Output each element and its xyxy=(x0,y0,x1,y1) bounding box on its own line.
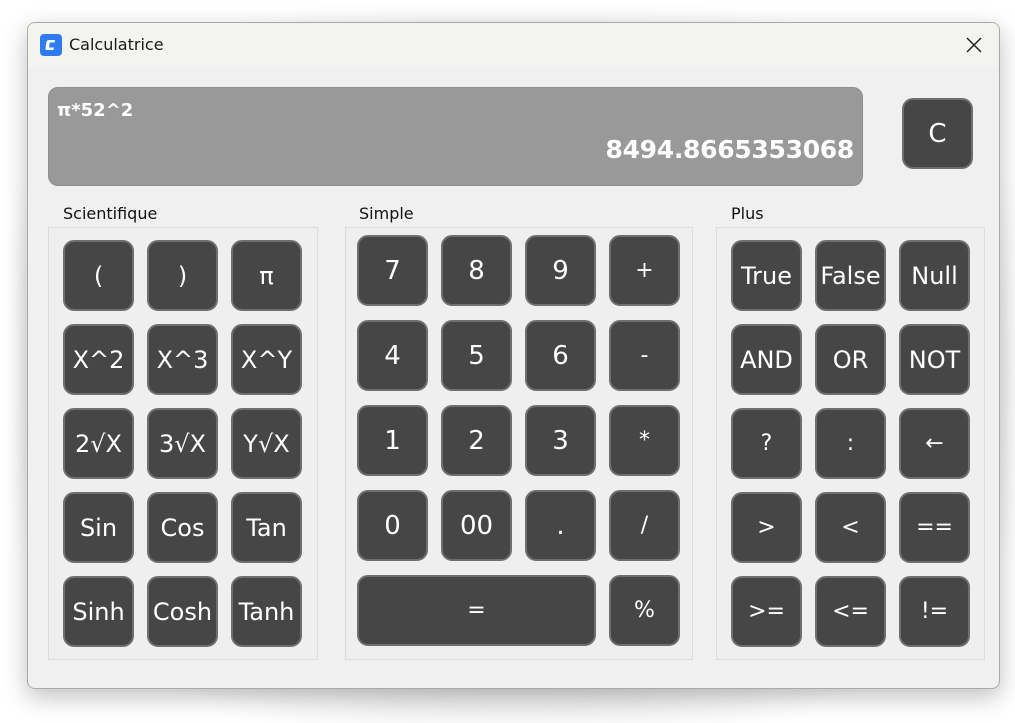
key-cube-root-button[interactable]: 3√X xyxy=(147,408,218,479)
key-digit-3-button[interactable]: 3 xyxy=(525,405,596,476)
result-text: 8494.8665353068 xyxy=(605,135,854,164)
key-cos-button[interactable]: Cos xyxy=(147,492,218,563)
key-sinh-button[interactable]: Sinh xyxy=(63,576,134,647)
key-square-button[interactable]: X^2 xyxy=(63,324,134,395)
key-or-button[interactable]: OR xyxy=(815,324,886,395)
key-cube-button[interactable]: X^3 xyxy=(147,324,218,395)
section-label-scientific: Scientifique xyxy=(63,204,158,223)
calculator-display: π*52^2 8494.8665353068 xyxy=(48,87,863,186)
key-digit-2-button[interactable]: 2 xyxy=(441,405,512,476)
key-false-button[interactable]: False xyxy=(815,240,886,311)
calculator-window: Calculatrice π*52^2 8494.8665353068 C Sc… xyxy=(27,22,1000,689)
key-digit-7-button[interactable]: 7 xyxy=(357,235,428,306)
key-not-equal-button[interactable]: != xyxy=(899,576,970,647)
key-percent-button[interactable]: % xyxy=(609,575,680,646)
calculator-app-icon xyxy=(40,34,62,56)
expression-text: π*52^2 xyxy=(57,100,134,121)
key-greater-or-equal-button[interactable]: >= xyxy=(731,576,802,647)
title-bar[interactable]: Calculatrice xyxy=(28,23,999,67)
key-decimal-button[interactable]: . xyxy=(525,490,596,561)
backspace-button[interactable]: ← xyxy=(899,408,970,479)
key-nth-root-button[interactable]: Y√X xyxy=(231,408,302,479)
key-close-paren-button[interactable]: ) xyxy=(147,240,218,311)
key-null-button[interactable]: Null xyxy=(899,240,970,311)
key-digit-6-button[interactable]: 6 xyxy=(525,320,596,391)
window-title: Calculatrice xyxy=(69,35,164,54)
key-cosh-button[interactable]: Cosh xyxy=(147,576,218,647)
key-and-button[interactable]: AND xyxy=(731,324,802,395)
key-true-button[interactable]: True xyxy=(731,240,802,311)
key-open-paren-button[interactable]: ( xyxy=(63,240,134,311)
key-not-button[interactable]: NOT xyxy=(899,324,970,395)
section-label-plus: Plus xyxy=(731,204,764,223)
key-minus-button[interactable]: - xyxy=(609,320,680,391)
key-digit-0-button[interactable]: 0 xyxy=(357,490,428,561)
key-pi-button[interactable]: π xyxy=(231,240,302,311)
key-plus-button[interactable]: + xyxy=(609,235,680,306)
key-double-zero-button[interactable]: 00 xyxy=(441,490,512,561)
section-label-simple: Simple xyxy=(359,204,414,223)
key-tanh-button[interactable]: Tanh xyxy=(231,576,302,647)
close-icon xyxy=(966,37,982,53)
key-greater-than-button[interactable]: > xyxy=(731,492,802,563)
key-multiply-button[interactable]: * xyxy=(609,405,680,476)
key-equals-button[interactable]: = xyxy=(357,575,596,646)
key-tan-button[interactable]: Tan xyxy=(231,492,302,563)
key-less-than-button[interactable]: < xyxy=(815,492,886,563)
close-button[interactable] xyxy=(949,23,999,67)
key-digit-1-button[interactable]: 1 xyxy=(357,405,428,476)
key-less-or-equal-button[interactable]: <= xyxy=(815,576,886,647)
key-divide-button[interactable]: / xyxy=(609,490,680,561)
key-colon-button[interactable]: : xyxy=(815,408,886,479)
key-digit-4-button[interactable]: 4 xyxy=(357,320,428,391)
key-digit-5-button[interactable]: 5 xyxy=(441,320,512,391)
key-square-root-button[interactable]: 2√X xyxy=(63,408,134,479)
key-digit-8-button[interactable]: 8 xyxy=(441,235,512,306)
key-power-button[interactable]: X^Y xyxy=(231,324,302,395)
key-question-button[interactable]: ? xyxy=(731,408,802,479)
key-equal-to-button[interactable]: == xyxy=(899,492,970,563)
key-digit-9-button[interactable]: 9 xyxy=(525,235,596,306)
key-sin-button[interactable]: Sin xyxy=(63,492,134,563)
clear-button[interactable]: C xyxy=(902,98,973,169)
